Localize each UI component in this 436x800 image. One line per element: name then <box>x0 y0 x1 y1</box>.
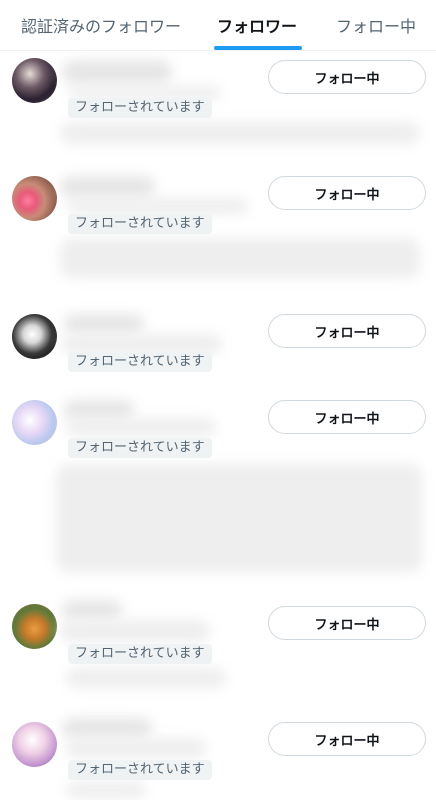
tab-verified-followers[interactable]: 認証済みのフォロワー <box>10 0 192 50</box>
redacted-display-name <box>62 60 172 84</box>
tab-following[interactable]: フォロー中 <box>326 0 426 50</box>
following-button[interactable]: フォロー中 <box>268 314 426 348</box>
user-list-item[interactable]: フォローされています フォロー中 <box>0 600 436 694</box>
follows-you-badge: フォローされています <box>68 644 212 664</box>
user-list-item[interactable]: フォローされています フォロー中 <box>0 176 436 286</box>
tab-followers[interactable]: フォロワー <box>200 0 314 50</box>
redacted-handle <box>62 334 222 354</box>
user-list-item[interactable]: フォローされています フォロー中 <box>0 314 436 374</box>
redacted-bio <box>60 238 420 278</box>
redacted-display-name <box>62 600 122 620</box>
follows-you-badge: フォローされています <box>68 214 212 234</box>
redacted-handle <box>60 620 210 642</box>
redacted-bio <box>60 122 420 144</box>
avatar[interactable] <box>12 604 57 649</box>
redacted-display-name <box>62 718 152 738</box>
follows-you-badge: フォローされています <box>68 98 212 118</box>
avatar[interactable] <box>12 176 57 221</box>
following-button[interactable]: フォロー中 <box>268 722 426 756</box>
redacted-handle <box>66 738 206 758</box>
active-tab-indicator <box>214 46 302 50</box>
follows-you-badge: フォローされています <box>68 760 212 780</box>
user-list-item[interactable]: フォローされています フォロー中 <box>0 400 436 580</box>
redacted-display-name <box>64 400 134 420</box>
redacted-display-name <box>64 314 144 334</box>
following-button[interactable]: フォロー中 <box>268 60 426 94</box>
following-button[interactable]: フォロー中 <box>268 176 426 210</box>
avatar[interactable] <box>12 400 57 445</box>
redacted-display-name <box>60 176 155 198</box>
avatar[interactable] <box>12 58 57 103</box>
follows-you-badge: フォローされています <box>68 438 212 458</box>
tab-bar: 認証済みのフォロワー フォロワー フォロー中 <box>0 0 436 51</box>
redacted-bio <box>66 782 146 798</box>
following-button[interactable]: フォロー中 <box>268 400 426 434</box>
redacted-bio <box>56 464 422 572</box>
redacted-handle <box>66 418 216 436</box>
user-list-item[interactable]: フォローされています フォロー中 <box>0 718 436 800</box>
redacted-bio <box>66 668 226 688</box>
redacted-handle <box>68 198 248 214</box>
avatar[interactable] <box>12 722 57 767</box>
avatar[interactable] <box>12 314 57 359</box>
follows-you-badge: フォローされています <box>68 352 212 372</box>
following-button[interactable]: フォロー中 <box>268 606 426 640</box>
user-list-item[interactable]: フォローされています フォロー中 <box>0 58 436 158</box>
